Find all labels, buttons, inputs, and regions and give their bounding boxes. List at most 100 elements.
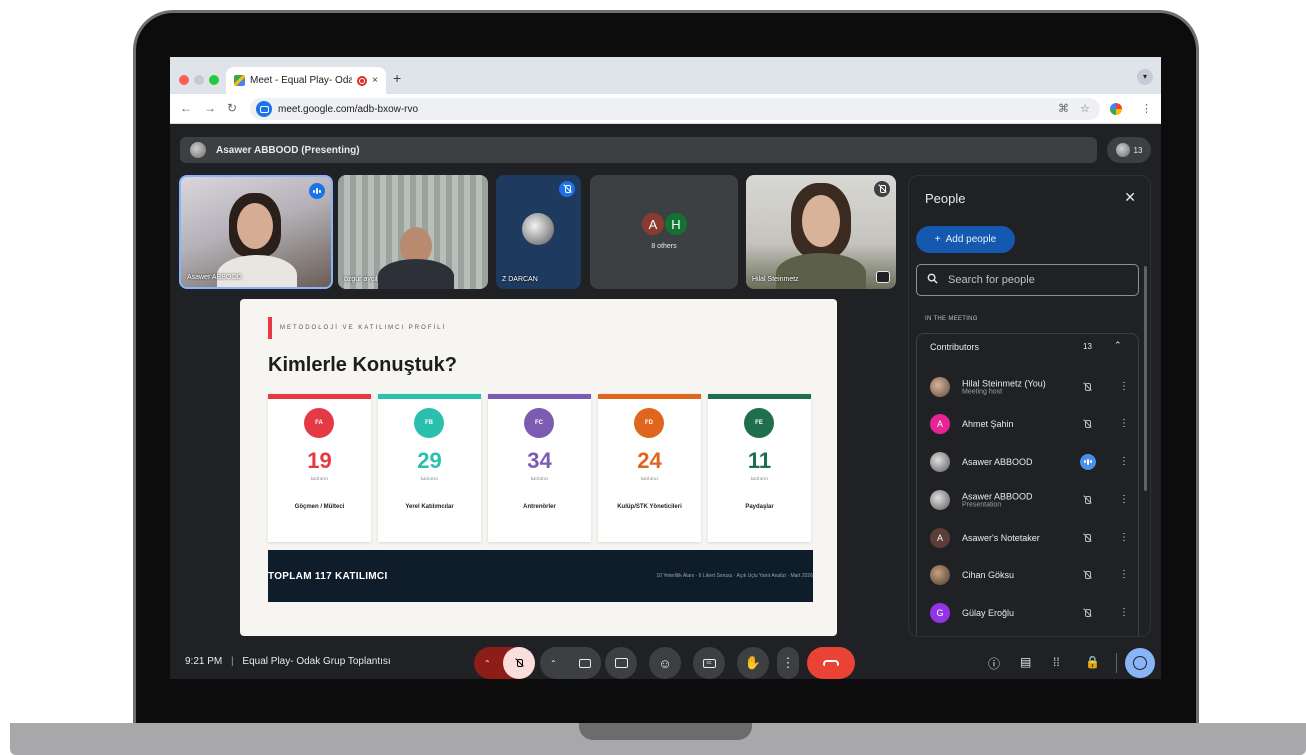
muted-mic-icon[interactable] [1080, 606, 1094, 620]
presenter-bar: Asawer ABBOOD (Presenting) [180, 137, 1097, 163]
captions-button[interactable]: cc [693, 647, 725, 679]
person-row[interactable]: Hilal Steinmetz (You) Meeting host ⋮ [917, 368, 1140, 405]
footer-note: 10 Yeterlilik Alanı · 6 Likert Sorusu · … [656, 573, 813, 579]
person-row[interactable]: A Asawer's Notetaker ⋮ [917, 519, 1140, 556]
chat-icon[interactable]: ▤ [1020, 655, 1031, 669]
person-text: Ahmet Şahin [962, 419, 1014, 429]
card-badge: FE [744, 408, 774, 438]
microphone-toggle-button[interactable] [503, 647, 535, 679]
more-options-icon[interactable]: ⋮ [1119, 532, 1129, 543]
laptop-notch [579, 723, 752, 740]
video-tile-asawer[interactable]: Asawer ABBOOD [179, 175, 333, 289]
tile-name: Z DARCAN [502, 276, 538, 283]
person-row[interactable]: Asawer ABBOOD Presentation ⋮ [917, 481, 1140, 518]
avatar-initial-h: H [665, 213, 687, 235]
audio-settings-button[interactable]: ⌃ [474, 647, 535, 679]
muted-mic-icon[interactable] [1080, 531, 1094, 545]
video-tile-zdarcan[interactable]: Z DARCAN [496, 175, 581, 289]
translate-icon[interactable]: ⌘ [1058, 102, 1069, 115]
search-people-input[interactable] [948, 274, 1108, 286]
recording-icon [357, 75, 368, 86]
forward-arrow-icon[interactable]: → [204, 101, 216, 115]
meet-control-bar: 9:21 PM | Equal Play- Odak Grup Toplantı… [170, 647, 1161, 679]
toolbar-divider [1116, 653, 1117, 673]
more-options-icon[interactable]: ⋮ [1119, 381, 1129, 392]
muted-mic-icon [559, 181, 575, 197]
person-row[interactable]: A Ahmet Şahin ⋮ [917, 405, 1140, 442]
add-people-label: Add people [945, 234, 997, 245]
more-options-icon[interactable]: ⋮ [1119, 607, 1129, 618]
address-bar[interactable]: meet.google.com/adb-bxow-rvo [250, 98, 1100, 120]
maximize-window-button[interactable] [209, 75, 219, 85]
tab-search-chevron-icon[interactable]: ▾ [1137, 69, 1153, 85]
person-row[interactable]: Cihan Göksu ⋮ [917, 556, 1140, 593]
meeting-details-icon[interactable]: ⓘ [988, 655, 1000, 672]
present-screen-button[interactable] [605, 647, 637, 679]
search-people-field[interactable] [916, 264, 1139, 296]
person-row[interactable]: G Gülay Eroğlu ⋮ [917, 594, 1140, 631]
video-tile-others[interactable]: A H 8 others [590, 175, 738, 289]
muted-mic-icon[interactable] [1080, 568, 1094, 582]
card-label: Yerel Katılımcılar [405, 504, 454, 510]
card-label: Paydaşlar [745, 504, 774, 510]
presentation-slide: METODOLOJİ VE KATILIMCI PROFİLİ Kimlerle… [240, 299, 837, 636]
card-accent [598, 394, 701, 399]
person-text: Cihan Göksu [962, 570, 1014, 580]
hand-icon: ✋ [744, 655, 762, 670]
more-options-icon[interactable]: ⋮ [1119, 494, 1129, 505]
person-role: Presentation [962, 501, 1002, 508]
person-role: Meeting host [962, 388, 1003, 395]
add-person-icon: + [934, 234, 941, 245]
muted-mic-icon[interactable] [1080, 417, 1094, 431]
timer-icon [1133, 656, 1147, 670]
bookmark-star-icon[interactable]: ☆ [1080, 102, 1090, 115]
speaking-indicator-icon [309, 183, 325, 199]
more-options-icon[interactable]: ⋮ [1119, 456, 1129, 467]
raise-hand-button[interactable]: ✋ [737, 647, 769, 679]
timer-button[interactable] [1125, 648, 1155, 678]
minimize-window-button[interactable] [194, 75, 204, 85]
video-tile-ozgur[interactable]: özgür aycil [338, 175, 488, 289]
collapse-chevron-icon[interactable]: ⌃ [1114, 340, 1122, 351]
muted-mic-icon[interactable] [1080, 380, 1094, 394]
browser-menu-icon[interactable]: ⋮ [1141, 102, 1152, 115]
panel-scrollbar[interactable] [1144, 266, 1147, 491]
tab-close-icon[interactable]: × [372, 75, 378, 86]
add-people-button[interactable]: + Add people [916, 226, 1015, 253]
new-tab-button[interactable]: + [393, 70, 401, 86]
back-arrow-icon[interactable]: ← [180, 101, 192, 115]
card-number: 19 [307, 448, 332, 473]
more-options-icon[interactable]: ⋮ [1119, 569, 1129, 580]
participant-body [378, 259, 454, 289]
reload-icon[interactable]: ↻ [227, 101, 237, 115]
leave-call-button[interactable] [807, 647, 855, 679]
participants-button[interactable]: 13 [1107, 137, 1151, 163]
person-row[interactable]: Asawer ABBOOD ⋮ [917, 443, 1140, 480]
tile-name: Asawer ABBOOD [187, 274, 242, 281]
more-options-icon[interactable]: ⋮ [1119, 418, 1129, 429]
host-controls-icon[interactable]: 🔒 [1085, 655, 1100, 669]
more-options-button[interactable]: ⋮ [777, 647, 799, 679]
activities-icon[interactable]: ⁞⁞ [1053, 655, 1060, 669]
card-badge: FD [634, 408, 664, 438]
person-text: Asawer ABBOOD [962, 457, 1033, 467]
close-panel-icon[interactable]: ✕ [1124, 189, 1136, 206]
site-info-icon[interactable] [256, 101, 272, 117]
person-name: Asawer ABBOOD [962, 491, 1033, 501]
person-avatar: A [930, 527, 950, 548]
browser-tab-meet[interactable]: Meet - Equal Play- Odak G × [226, 67, 386, 94]
pin-tile-icon[interactable] [876, 271, 890, 283]
speaking-indicator-icon [1080, 453, 1096, 470]
card-accent [268, 394, 371, 399]
stat-card: FE 11 katılımcı Paydaşlar [708, 394, 811, 542]
person-avatar [930, 489, 950, 510]
participant-face [237, 203, 273, 249]
close-window-button[interactable] [179, 75, 189, 85]
video-settings-button[interactable]: ⌃ [540, 647, 601, 679]
reactions-button[interactable]: ☺ [649, 647, 681, 679]
card-number: 34 [527, 448, 552, 473]
profile-avatar-icon[interactable] [1110, 103, 1122, 115]
camera-toggle-button[interactable] [569, 647, 601, 679]
video-tile-hilal[interactable]: Hilal Steinmetz [746, 175, 896, 289]
person-avatar [930, 376, 950, 397]
